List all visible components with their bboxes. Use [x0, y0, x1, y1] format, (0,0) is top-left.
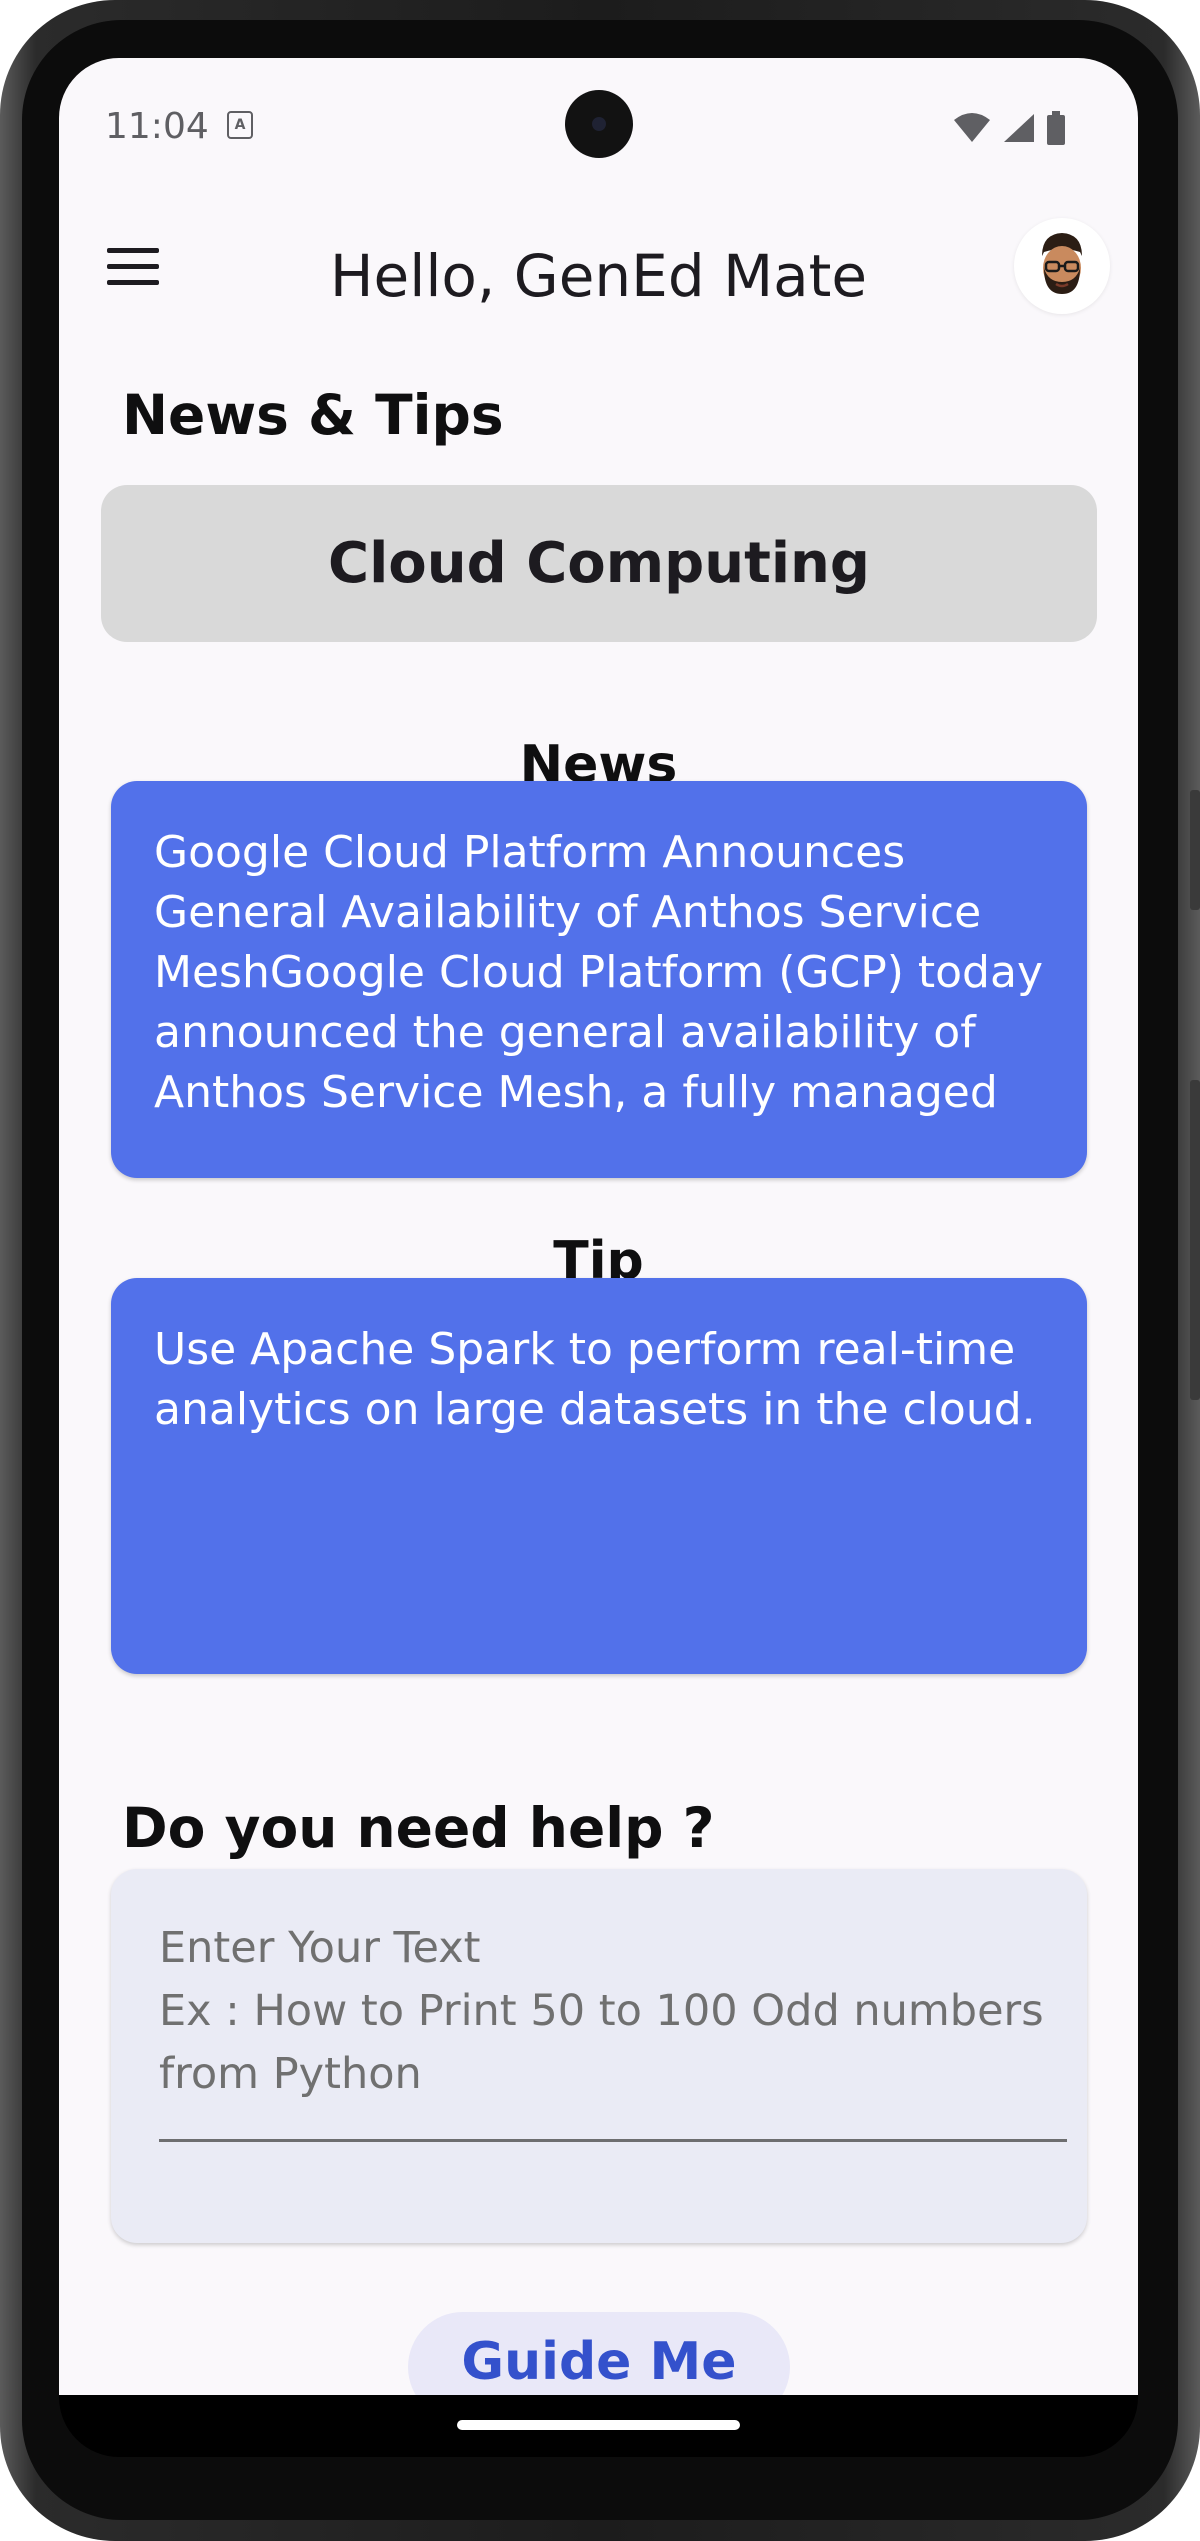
- notification-a-icon: A: [227, 111, 253, 139]
- app-screen: 11:04 A Hello, GenEd Mate News & Tips Cl: [59, 58, 1138, 2395]
- power-button: [1190, 790, 1200, 910]
- help-heading: Do you need help ?: [122, 1796, 715, 1860]
- battery-icon: [1047, 111, 1065, 145]
- text-field-underline: [159, 2139, 1067, 2142]
- front-camera: [565, 90, 633, 158]
- wifi-icon: [954, 113, 990, 142]
- topic-button[interactable]: Cloud Computing: [101, 485, 1097, 642]
- page-title: Hello, GenEd Mate: [329, 242, 868, 310]
- home-gesture-handle[interactable]: [457, 2420, 740, 2430]
- volume-button: [1190, 1080, 1200, 1400]
- news-tips-heading: News & Tips: [122, 383, 504, 447]
- avatar[interactable]: [1014, 218, 1110, 314]
- gesture-nav-bar: [59, 2395, 1138, 2457]
- tip-card[interactable]: Use Apache Spark to perform real-time an…: [111, 1278, 1087, 1674]
- tip-text: Use Apache Spark to perform real-time an…: [154, 1324, 1036, 1435]
- cell-signal-icon: [1004, 114, 1034, 142]
- news-text: Google Cloud Platform Announces General …: [154, 827, 1043, 1118]
- status-icons: [952, 108, 1066, 148]
- guide-me-button[interactable]: Guide Me: [408, 2312, 790, 2395]
- news-card[interactable]: Google Cloud Platform Announces General …: [111, 781, 1087, 1178]
- status-time: 11:04: [105, 106, 209, 147]
- help-text-field[interactable]: Enter Your Text Ex : How to Print 50 to …: [111, 1869, 1087, 2243]
- avatar-memoji-icon: [1042, 233, 1082, 294]
- help-placeholder: Enter Your Text Ex : How to Print 50 to …: [159, 1923, 1044, 2099]
